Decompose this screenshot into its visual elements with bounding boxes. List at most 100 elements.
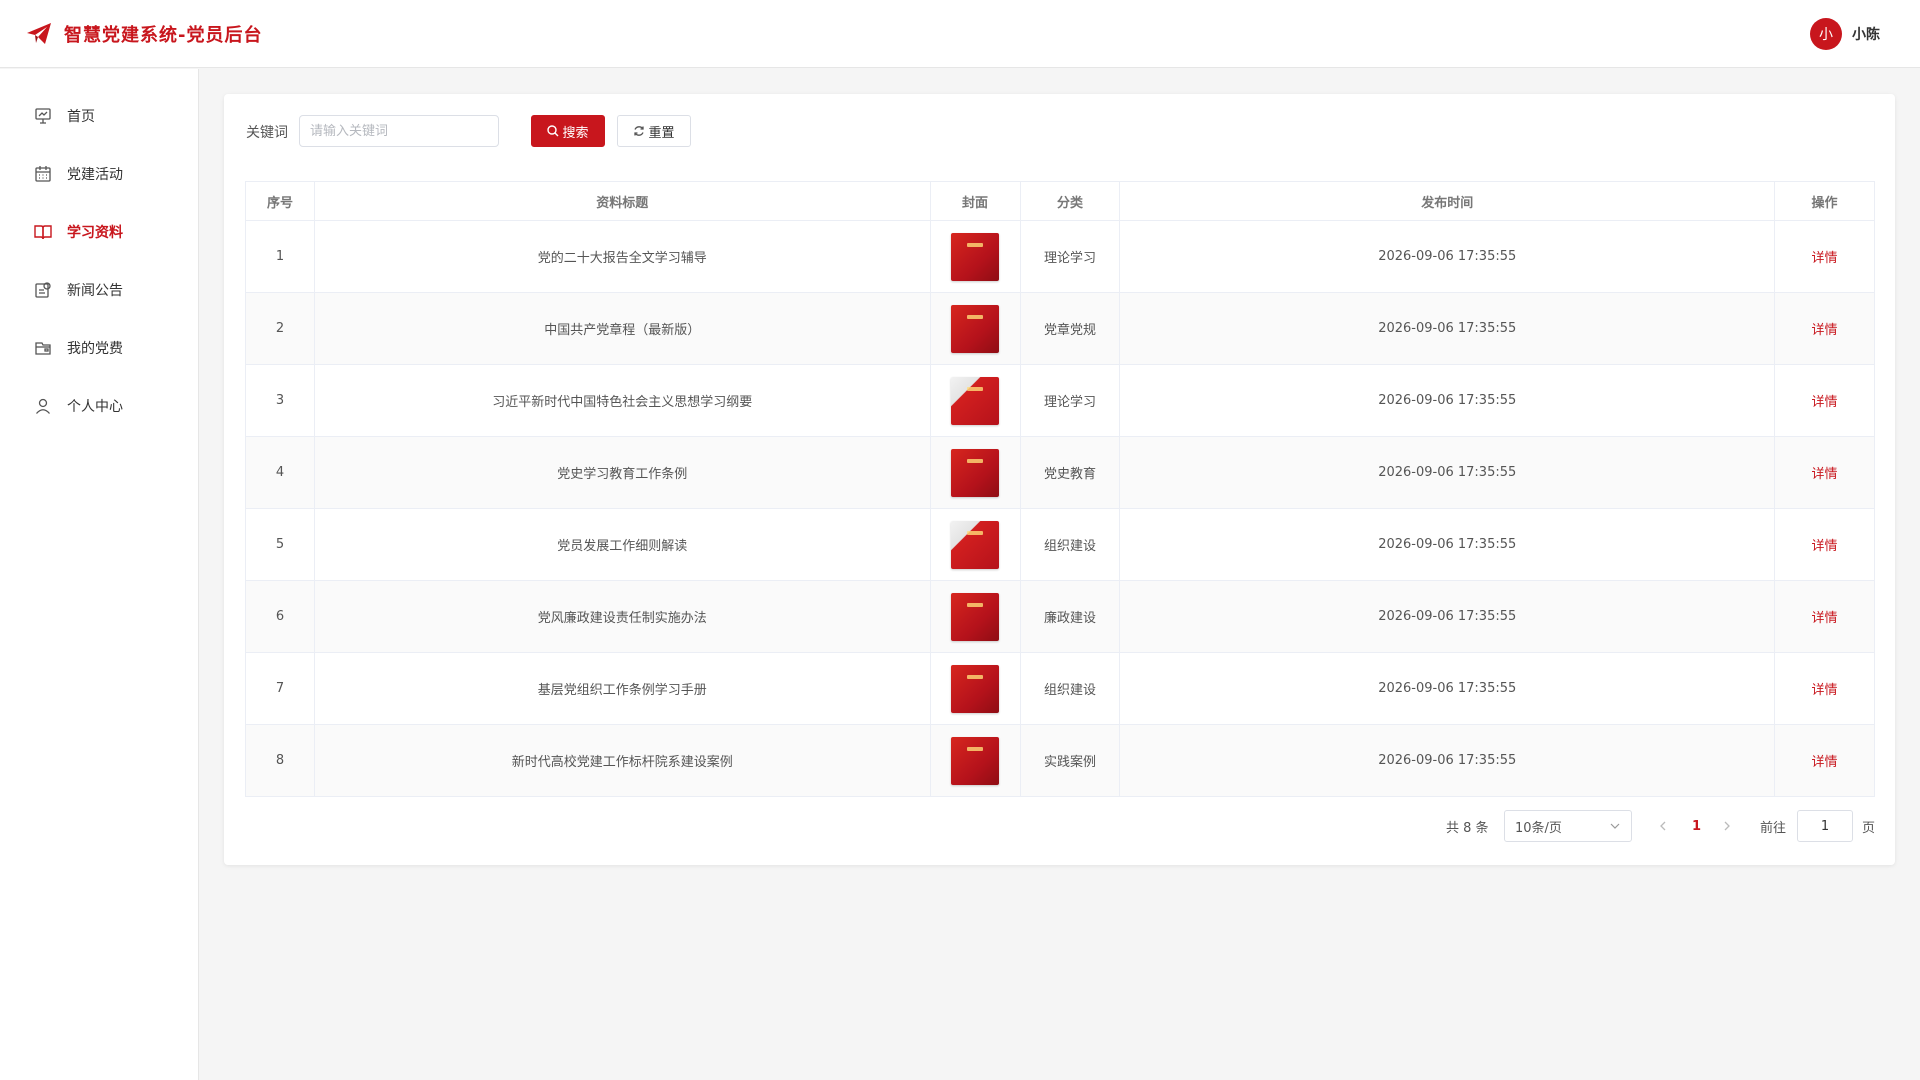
row-index: 6 <box>245 580 315 653</box>
row-title: 新时代高校党建工作标杆院系建设案例 <box>313 724 931 797</box>
username[interactable]: 小陈 <box>1852 24 1880 44</box>
row-category: 实践案例 <box>1019 724 1121 797</box>
cover-image <box>951 232 1000 281</box>
materials-table: 序号 资料标题 封面 分类 发布时间 操作 1 党的二十大报告全文学习辅导 理论… <box>245 181 1875 797</box>
row-title: 中国共产党章程（最新版） <box>313 292 931 365</box>
detail-link[interactable]: 详情 <box>1812 755 1838 770</box>
cover-image <box>951 304 1000 353</box>
column-header-cover: 封面 <box>929 181 1021 221</box>
row-category: 党史教育 <box>1019 436 1121 509</box>
sidebar-item-profile[interactable]: 个人中心 <box>0 377 198 435</box>
table-row: 2 中国共产党章程（最新版） 党章党规 2026-09-06 17:35:55 … <box>245 292 1875 365</box>
search-button-label: 搜索 <box>562 125 589 141</box>
sidebar-item-label: 新闻公告 <box>67 283 123 299</box>
column-header-category: 分类 <box>1019 181 1121 221</box>
search-icon <box>547 125 559 137</box>
row-index: 2 <box>245 292 315 365</box>
row-publish-time: 2026-09-06 17:35:55 <box>1119 580 1776 653</box>
app-title: 智慧党建系统-党员后台 <box>64 25 263 46</box>
sidebar-item-activities[interactable]: 党建活动 <box>0 145 198 203</box>
page-number-current[interactable]: 1 <box>1692 810 1701 842</box>
app-header: 智慧党建系统-党员后台 小 小陈 <box>0 0 1920 68</box>
column-header-action: 操作 <box>1774 181 1875 221</box>
row-publish-time: 2026-09-06 17:35:55 <box>1119 652 1776 725</box>
keyword-label: 关键词 <box>246 125 288 141</box>
sidebar-item-party-dues[interactable]: 我的党费 <box>0 319 198 377</box>
cover-image <box>951 448 1000 497</box>
detail-link[interactable]: 详情 <box>1812 467 1838 482</box>
cover-image <box>951 376 1000 425</box>
goto-page-input[interactable] <box>1797 810 1853 842</box>
sidebar: 首页 党建活动 学习资料 新闻公告 我的党费 个人中心 <box>0 69 199 1080</box>
presentation-board-icon <box>35 108 51 124</box>
page-size-select[interactable]: 10条/页 <box>1504 810 1632 842</box>
table-row: 3 习近平新时代中国特色社会主义思想学习纲要 理论学习 2026-09-06 1… <box>245 364 1875 437</box>
row-title: 基层党组织工作条例学习手册 <box>313 652 931 725</box>
sidebar-item-label: 个人中心 <box>67 399 123 415</box>
cover-image <box>951 736 1000 785</box>
column-header-title: 资料标题 <box>313 181 931 221</box>
row-publish-time: 2026-09-06 17:35:55 <box>1119 508 1776 581</box>
chevron-left-icon <box>1660 821 1666 831</box>
row-publish-time: 2026-09-06 17:35:55 <box>1119 724 1776 797</box>
sidebar-item-label: 我的党费 <box>67 341 123 357</box>
row-title: 党的二十大报告全文学习辅导 <box>313 220 931 293</box>
keyword-input[interactable] <box>299 115 499 147</box>
wallet-icon <box>35 342 51 355</box>
detail-link[interactable]: 详情 <box>1812 323 1838 338</box>
table-header-row: 序号 资料标题 封面 分类 发布时间 操作 <box>245 181 1875 221</box>
search-button[interactable]: 搜索 <box>531 115 605 147</box>
row-title: 党风廉政建设责任制实施办法 <box>313 580 931 653</box>
row-index: 5 <box>245 508 315 581</box>
detail-link[interactable]: 详情 <box>1812 539 1838 554</box>
content-panel: 关键词 搜索 重置 序号 资料标题 封面 分类 发布时间 操作 <box>224 94 1895 865</box>
reset-button-label: 重置 <box>648 125 675 141</box>
row-category: 理论学习 <box>1019 220 1121 293</box>
avatar[interactable]: 小 <box>1810 18 1842 50</box>
row-category: 组织建设 <box>1019 652 1121 725</box>
row-title: 党员发展工作细则解读 <box>313 508 931 581</box>
sidebar-item-news[interactable]: 新闻公告 <box>0 261 198 319</box>
row-title: 党史学习教育工作条例 <box>313 436 931 509</box>
table-row: 6 党风廉政建设责任制实施办法 廉政建设 2026-09-06 17:35:55… <box>245 580 1875 653</box>
user-menu[interactable]: 小 小陈 <box>1810 18 1880 50</box>
row-index: 4 <box>245 436 315 509</box>
sidebar-item-label: 首页 <box>67 109 95 125</box>
refresh-icon <box>634 126 645 136</box>
row-publish-time: 2026-09-06 17:35:55 <box>1119 220 1776 293</box>
row-category: 理论学习 <box>1019 364 1121 437</box>
next-page-button[interactable] <box>1722 810 1732 842</box>
user-icon <box>36 398 50 414</box>
table-row: 1 党的二十大报告全文学习辅导 理论学习 2026-09-06 17:35:55… <box>245 220 1875 293</box>
news-icon <box>35 282 51 298</box>
detail-link[interactable]: 详情 <box>1812 251 1838 266</box>
row-category: 廉政建设 <box>1019 580 1121 653</box>
table-row: 8 新时代高校党建工作标杆院系建设案例 实践案例 2026-09-06 17:3… <box>245 724 1875 797</box>
row-publish-time: 2026-09-06 17:35:55 <box>1119 364 1776 437</box>
chevron-down-icon <box>1610 823 1620 829</box>
column-header-index: 序号 <box>245 181 315 221</box>
goto-label: 前往 <box>1760 820 1787 836</box>
sidebar-item-study-materials[interactable]: 学习资料 <box>0 203 198 261</box>
row-category: 党章党规 <box>1019 292 1121 365</box>
cover-image <box>951 592 1000 641</box>
detail-link[interactable]: 详情 <box>1812 611 1838 626</box>
sidebar-item-home[interactable]: 首页 <box>0 87 198 145</box>
detail-link[interactable]: 详情 <box>1812 395 1838 410</box>
table-row: 4 党史学习教育工作条例 党史教育 2026-09-06 17:35:55 详情 <box>245 436 1875 509</box>
page-suffix: 页 <box>1862 820 1876 836</box>
row-index: 3 <box>245 364 315 437</box>
detail-link[interactable]: 详情 <box>1812 683 1838 698</box>
row-publish-time: 2026-09-06 17:35:55 <box>1119 292 1776 365</box>
reset-button[interactable]: 重置 <box>617 115 691 147</box>
row-index: 7 <box>245 652 315 725</box>
row-publish-time: 2026-09-06 17:35:55 <box>1119 436 1776 509</box>
row-title: 习近平新时代中国特色社会主义思想学习纲要 <box>313 364 931 437</box>
prev-page-button[interactable] <box>1658 810 1668 842</box>
row-index: 1 <box>245 220 315 293</box>
row-category: 组织建设 <box>1019 508 1121 581</box>
table-row: 5 党员发展工作细则解读 组织建设 2026-09-06 17:35:55 详情 <box>245 508 1875 581</box>
calendar-icon <box>35 166 51 182</box>
paper-plane-icon <box>27 23 51 44</box>
pagination-total: 共 8 条 <box>1446 820 1489 836</box>
